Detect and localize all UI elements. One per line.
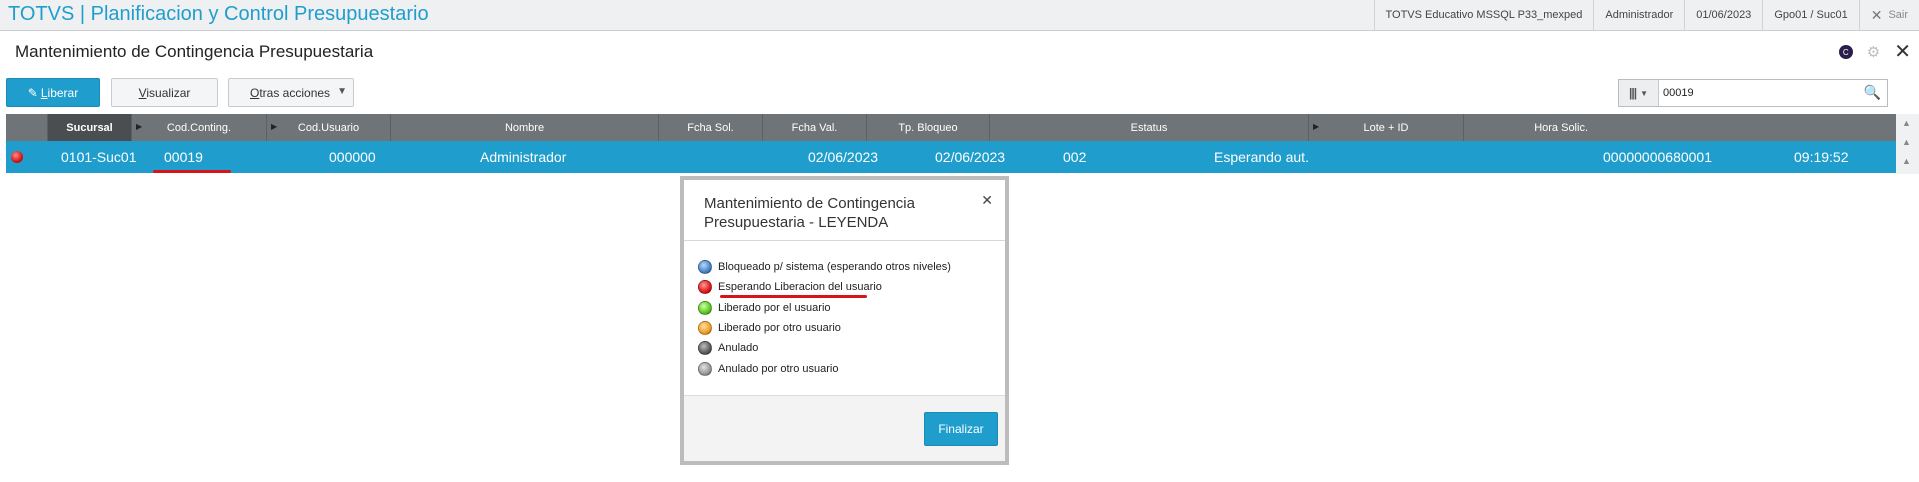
date-label[interactable]: 01/06/2023 — [1684, 0, 1762, 30]
legend-item: Anulado por otro usuario — [698, 358, 951, 378]
legend-label: Liberado por el usuario — [718, 301, 831, 314]
environment-label[interactable]: TOTVS Educativo MSSQL P33_mexped — [1373, 0, 1594, 30]
close-page-button[interactable]: ✕ — [1894, 42, 1911, 62]
legend-label: Esperando Liberacion del usuario — [718, 281, 882, 294]
column-header-lote-id[interactable]: ▶ Lote + ID — [1309, 114, 1464, 141]
scroll-up-icon[interactable]: ▲ — [1902, 137, 1911, 147]
dark-grey-ball-icon — [698, 341, 712, 356]
user-badge-icon[interactable]: C — [1838, 45, 1853, 59]
annotation-underline — [720, 295, 867, 298]
scroll-up-icon[interactable]: ▲ — [1902, 156, 1911, 166]
legend-label: Anulado — [718, 342, 759, 355]
expand-arrow-icon: ▶ — [136, 122, 143, 131]
column-header-sucursal[interactable]: Sucursal — [48, 114, 132, 141]
cell-fcha-val: 02/06/2023 — [935, 149, 1006, 165]
cell-tp-bloqueo: 002 — [1063, 149, 1087, 165]
cell-lote-id: 00000000680001 — [1603, 149, 1713, 165]
grid-header: Sucursal ▶ Cod.Conting. ▶ Cod.Usuario No… — [6, 114, 1896, 141]
page-title: Mantenimiento de Contingencia Presupuest… — [15, 42, 374, 61]
search-filter-dropdown[interactable]: ||| ▼ — [1619, 80, 1659, 106]
status-column-header[interactable] — [6, 114, 48, 141]
chevron-down-icon: ▼ — [337, 86, 347, 97]
gear-icon[interactable]: ⚙ — [1867, 43, 1880, 61]
exit-label: Sair — [1888, 9, 1908, 21]
grey-ball-icon — [698, 361, 712, 376]
legend-item: Liberado por el usuario — [698, 298, 951, 318]
pencil-icon: ✎ — [27, 85, 38, 100]
finalizar-button[interactable]: Finalizar — [924, 412, 998, 446]
column-header-tp-bloqueo[interactable]: Tp. Bloqueo — [867, 114, 990, 141]
exit-button[interactable]: ✕ Sair — [1858, 0, 1919, 30]
column-header-hora-solic[interactable]: Hora Solic. — [1464, 114, 1594, 141]
cell-nombre: Administrador — [480, 149, 567, 165]
scroll-up-icon[interactable]: ▲ — [1902, 118, 1911, 128]
caret-down-icon: ▼ — [1640, 88, 1648, 98]
legend-label: Anulado por otro usuario — [718, 362, 839, 375]
column-label: Cod.Conting. — [166, 121, 232, 134]
column-header-cod-conting[interactable]: ▶ Cod.Conting. — [132, 114, 267, 141]
cell-sucursal: 0101-Suc01 — [61, 149, 137, 165]
dialog-title: Mantenimiento de Contingencia Presupuest… — [704, 195, 915, 231]
column-header-cod-usuario[interactable]: ▶ Cod.Usuario — [267, 114, 391, 141]
user-label[interactable]: Administrador — [1593, 0, 1684, 30]
orange-ball-icon — [698, 321, 712, 336]
search-input[interactable] — [1659, 81, 1859, 105]
columns-icon: ||| — [1629, 86, 1637, 100]
branch-label[interactable]: Gpo01 / Suc01 — [1762, 0, 1858, 30]
column-label: Cod.Usuario — [297, 121, 360, 134]
liberar-label: Liberar — [40, 85, 79, 100]
expand-arrow-icon: ▶ — [271, 122, 278, 131]
column-header-fcha-sol[interactable]: Fcha Sol. — [659, 114, 763, 141]
cell-cod-usuario: 000000 — [329, 149, 376, 165]
scrollbar[interactable]: ▲ ▲ ▲ — [1896, 114, 1919, 174]
column-label: Lote + ID — [1363, 121, 1409, 134]
cell-cod-conting: 00019 — [164, 149, 203, 165]
top-bar: TOTVS | Planificacion y Control Presupue… — [0, 0, 1919, 31]
legend-list: Bloqueado p/ sistema (esperando otros ni… — [698, 257, 951, 379]
otras-acciones-label: Otras acciones — [250, 85, 331, 100]
column-header-estatus[interactable]: Estatus — [990, 114, 1309, 141]
legend-item: Anulado — [698, 338, 951, 358]
status-red-icon — [11, 151, 23, 163]
blue-ball-icon — [698, 260, 712, 275]
header-icons: C ⚙ ✕ — [1838, 42, 1911, 62]
legend-item: Bloqueado p/ sistema (esperando otros ni… — [698, 257, 951, 277]
column-header-nombre[interactable]: Nombre — [391, 114, 659, 141]
liberar-button[interactable]: ✎ Liberar — [6, 78, 100, 107]
red-ball-icon — [698, 280, 712, 295]
cell-estatus: Esperando aut. — [1214, 149, 1309, 165]
expand-arrow-icon: ▶ — [1313, 122, 1320, 131]
table-row[interactable]: 0101-Suc01 00019 000000 Administrador 02… — [6, 141, 1896, 173]
otras-acciones-button[interactable]: Otras acciones ▼ — [228, 78, 354, 107]
column-header-fcha-val[interactable]: Fcha Val. — [763, 114, 867, 141]
legend-label: Liberado por otro usuario — [718, 322, 841, 335]
annotation-underline — [153, 170, 231, 173]
search-icon[interactable]: 🔍 — [1864, 84, 1881, 101]
close-icon: ✕ — [1870, 6, 1883, 23]
search-box: ||| ▼ 🔍 — [1618, 79, 1888, 107]
legend-dialog: Mantenimiento de Contingencia Presupuest… — [680, 176, 1009, 465]
topbar-info: TOTVS Educativo MSSQL P33_mexped Adminis… — [1373, 0, 1919, 30]
visualizar-button[interactable]: Visualizar — [111, 78, 218, 107]
visualizar-label: Visualizar — [138, 85, 191, 100]
cell-fcha-sol: 02/06/2023 — [808, 149, 879, 165]
app-title: TOTVS | Planificacion y Control Presupue… — [8, 3, 429, 25]
dialog-close-button[interactable]: ✕ — [981, 192, 993, 209]
legend-item: Liberado por otro usuario — [698, 318, 951, 338]
cell-hora-solic: 09:19:52 — [1794, 149, 1849, 165]
dialog-header: Mantenimiento de Contingencia Presupuest… — [684, 180, 1005, 241]
green-ball-icon — [698, 300, 712, 315]
legend-label: Bloqueado p/ sistema (esperando otros ni… — [718, 261, 951, 274]
dialog-footer: Finalizar — [684, 395, 1005, 461]
